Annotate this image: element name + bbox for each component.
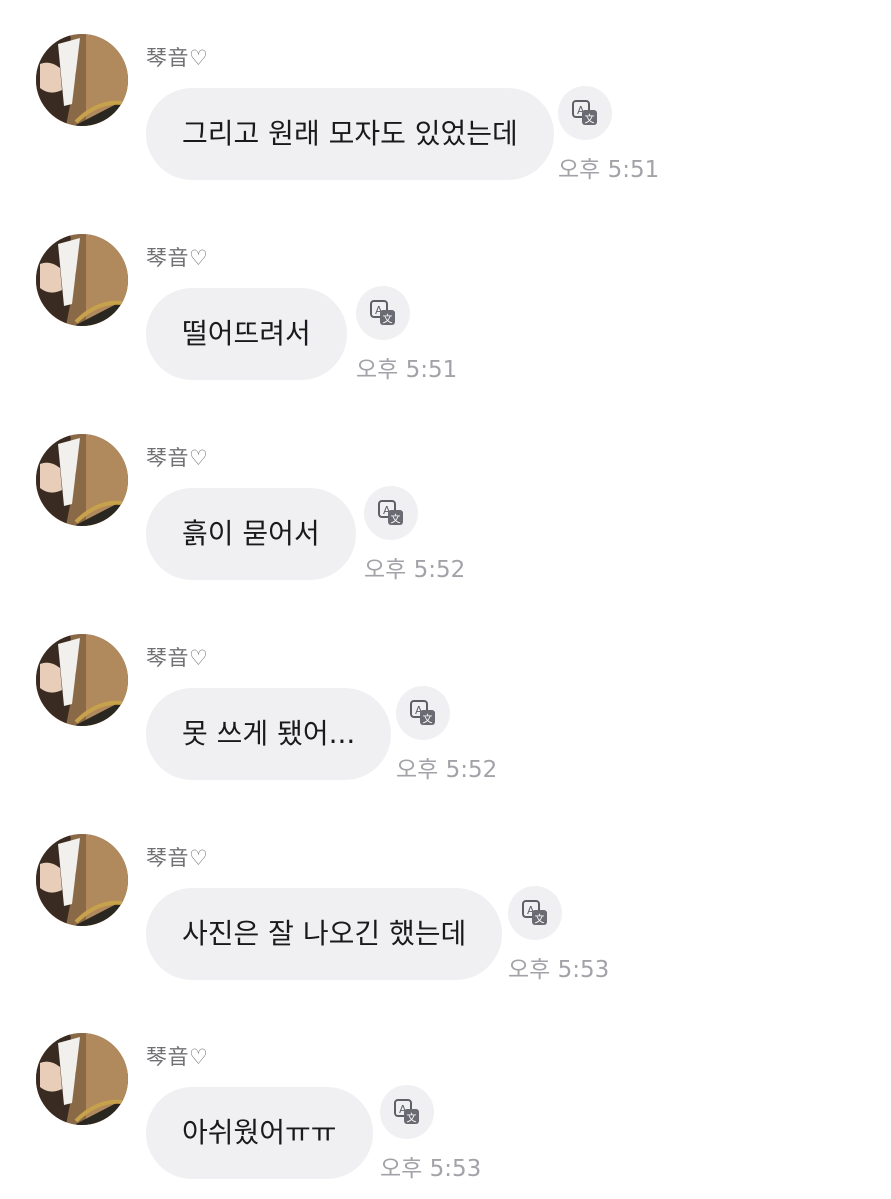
sender-name: 琴音♡ (146, 246, 209, 270)
message-bubble[interactable]: 떨어뜨려서 (146, 288, 347, 380)
sender-name: 琴音♡ (146, 446, 209, 470)
svg-text:文: 文 (391, 513, 401, 526)
translate-button[interactable]: A 文 (364, 486, 418, 540)
avatar[interactable] (36, 234, 128, 326)
translate-icon: A 文 (410, 700, 435, 726)
translate-icon: A 文 (370, 300, 395, 326)
message-bubble[interactable]: 사진은 잘 나오긴 했는데 (146, 888, 503, 980)
message-timestamp: 오후 5:52 (364, 557, 466, 583)
translate-button[interactable]: A 文 (380, 1085, 434, 1139)
message-timestamp: 오후 5:51 (558, 157, 660, 183)
svg-text:文: 文 (407, 1112, 417, 1125)
avatar[interactable] (36, 834, 128, 926)
translate-icon: A 文 (572, 100, 597, 126)
sender-name: 琴音♡ (146, 846, 209, 870)
svg-text:文: 文 (535, 913, 545, 926)
svg-text:文: 文 (423, 713, 433, 726)
avatar[interactable] (36, 1033, 128, 1125)
sender-name: 琴音♡ (146, 1045, 209, 1069)
message-timestamp: 오후 5:53 (380, 1156, 482, 1182)
message-timestamp: 오후 5:52 (396, 757, 498, 783)
chat-message: 琴音♡ 사진은 잘 나오긴 했는데 A 文 오후 5:53 (0, 800, 891, 1000)
chat-message: 琴音♡ 흙이 묻어서 A 文 오후 5:52 (0, 400, 891, 600)
message-bubble[interactable]: 아쉬웠어ㅠㅠ (146, 1087, 373, 1179)
translate-button[interactable]: A 文 (356, 286, 410, 340)
avatar[interactable] (36, 634, 128, 726)
sender-name: 琴音♡ (146, 646, 209, 670)
chat-message: 琴音♡ 못 쓰게 됐어... A 文 오후 5:52 (0, 600, 891, 800)
translate-button[interactable]: A 文 (558, 86, 612, 140)
svg-text:文: 文 (383, 313, 393, 326)
sender-name: 琴音♡ (146, 46, 209, 70)
message-timestamp: 오후 5:53 (508, 957, 610, 983)
avatar[interactable] (36, 34, 128, 126)
translate-button[interactable]: A 文 (508, 886, 562, 940)
translate-icon: A 文 (522, 900, 547, 926)
translate-icon: A 文 (378, 500, 403, 526)
message-bubble[interactable]: 그리고 원래 모자도 있었는데 (146, 88, 554, 180)
translate-button[interactable]: A 文 (396, 686, 450, 740)
avatar[interactable] (36, 434, 128, 526)
svg-text:文: 文 (585, 113, 595, 126)
message-bubble[interactable]: 흙이 묻어서 (146, 488, 356, 580)
chat-message: 琴音♡ 아쉬웠어ㅠㅠ A 文 오후 5:53 (0, 999, 891, 1199)
translate-icon: A 文 (394, 1099, 419, 1125)
message-bubble[interactable]: 못 쓰게 됐어... (146, 688, 392, 780)
chat-message: 琴音♡ 그리고 원래 모자도 있었는데 A 文 오후 5:51 (0, 0, 891, 200)
chat-message: 琴音♡ 떨어뜨려서 A 文 오후 5:51 (0, 200, 891, 400)
message-timestamp: 오후 5:51 (356, 357, 458, 383)
